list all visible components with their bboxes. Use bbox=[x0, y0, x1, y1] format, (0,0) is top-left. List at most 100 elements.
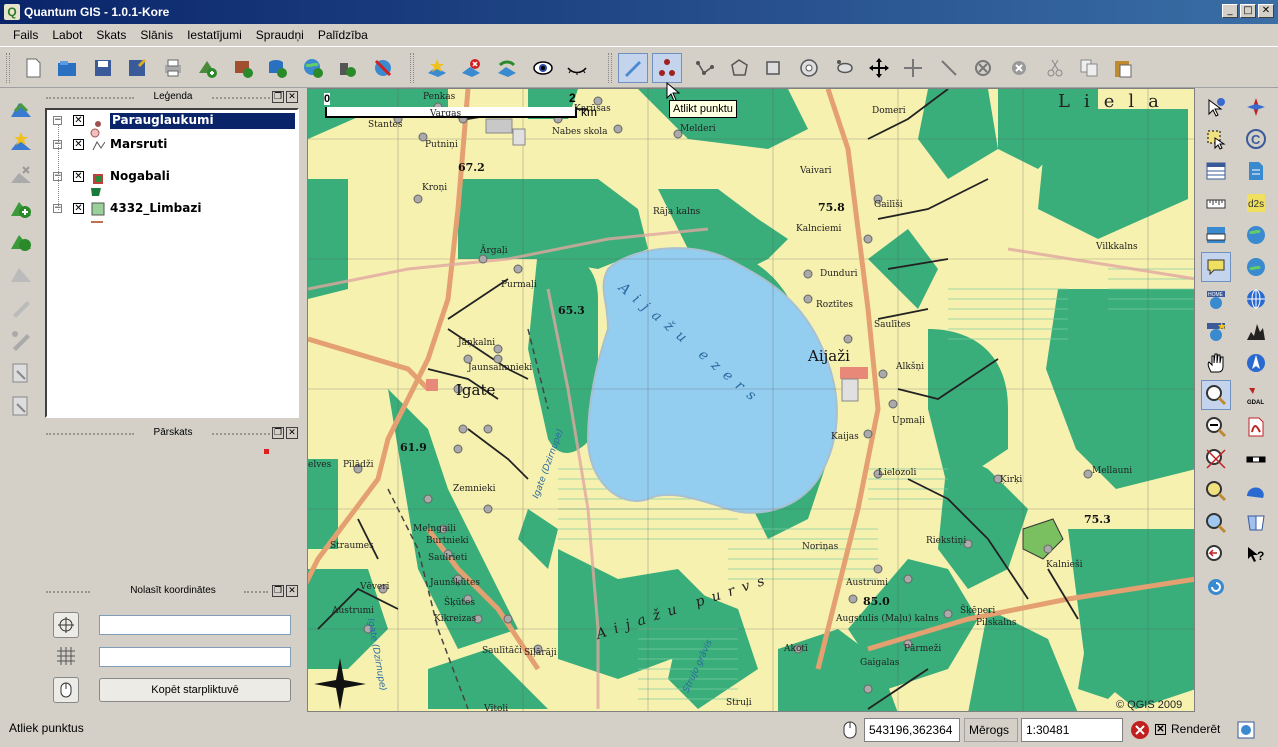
open-project-icon[interactable] bbox=[52, 53, 82, 83]
layer-crs-coordinate-field[interactable] bbox=[99, 647, 291, 667]
help-book-icon[interactable] bbox=[1241, 508, 1271, 538]
new-vector-layer-icon[interactable] bbox=[332, 53, 362, 83]
zoom-last-icon[interactable] bbox=[1201, 540, 1231, 570]
scale-combo[interactable]: 1:30481 bbox=[1021, 718, 1123, 742]
delimited-text-icon[interactable] bbox=[1241, 156, 1271, 186]
toggle-editing-icon[interactable] bbox=[618, 53, 648, 83]
new-project-icon[interactable] bbox=[18, 53, 48, 83]
toolbar-grip[interactable] bbox=[6, 53, 10, 83]
track-mouse-button[interactable] bbox=[53, 677, 79, 703]
scale-bar-plugin-icon[interactable] bbox=[1241, 444, 1271, 474]
zoom-out-icon[interactable] bbox=[1201, 412, 1231, 442]
layer-visibility-checkbox[interactable]: ✕ bbox=[73, 171, 84, 182]
undock-icon[interactable]: ❐ bbox=[272, 427, 284, 439]
zoom-in-icon[interactable] bbox=[1201, 380, 1231, 410]
save-as-icon[interactable] bbox=[122, 53, 152, 83]
add-layer-group-icon[interactable] bbox=[6, 226, 36, 256]
gdal-tools-icon[interactable]: GDAL bbox=[1241, 380, 1271, 410]
cut-features-icon[interactable] bbox=[1040, 53, 1070, 83]
toolbar-grip[interactable] bbox=[410, 53, 414, 83]
capture-polygon-icon[interactable] bbox=[724, 53, 754, 83]
gps-tools-icon[interactable] bbox=[1241, 252, 1271, 282]
overview-extent-marker[interactable] bbox=[264, 449, 269, 454]
menu-view[interactable]: Skats bbox=[89, 28, 133, 42]
map-crs-coordinate-field[interactable] bbox=[99, 615, 291, 635]
remove-all-from-overview-icon[interactable] bbox=[456, 53, 486, 83]
copy-to-clipboard-button[interactable]: Kopēt starpliktuvē bbox=[99, 678, 291, 702]
hide-layers-icon[interactable] bbox=[562, 53, 592, 83]
projection-status-icon[interactable] bbox=[1234, 718, 1258, 742]
print-icon[interactable] bbox=[158, 53, 188, 83]
measure-line-icon[interactable] bbox=[1201, 188, 1231, 218]
identify-icon[interactable] bbox=[1201, 92, 1231, 122]
coordinate-display[interactable]: 543196,362364 bbox=[864, 718, 960, 742]
stop-render-icon[interactable] bbox=[1128, 718, 1152, 742]
pan-icon[interactable] bbox=[1201, 348, 1231, 378]
undock-icon[interactable]: ❐ bbox=[272, 585, 284, 597]
layer-attributes-icon[interactable] bbox=[6, 391, 36, 421]
profile-icon[interactable] bbox=[1241, 316, 1271, 346]
zoom-to-selection-icon[interactable] bbox=[1201, 476, 1231, 506]
remove-layer-icon[interactable] bbox=[368, 53, 398, 83]
add-all-to-overview-icon[interactable] bbox=[422, 53, 452, 83]
paste-features-icon[interactable] bbox=[1108, 53, 1138, 83]
layer-edit-icon[interactable] bbox=[6, 292, 36, 322]
add-raster-icon[interactable] bbox=[6, 193, 36, 223]
open-table-icon[interactable] bbox=[1201, 156, 1231, 186]
menu-layer[interactable]: Slānis bbox=[133, 28, 180, 42]
add-vector-icon[interactable] bbox=[6, 94, 36, 124]
spit-icon[interactable] bbox=[1241, 476, 1271, 506]
hide-all-layers-icon[interactable] bbox=[492, 53, 522, 83]
copyright-label-icon[interactable]: C bbox=[1241, 124, 1271, 154]
cancel-icon[interactable] bbox=[1004, 53, 1034, 83]
pdf-export-icon[interactable] bbox=[1241, 412, 1271, 442]
add-postgis-layer-icon[interactable] bbox=[262, 53, 292, 83]
layer-tools-icon[interactable] bbox=[6, 325, 36, 355]
new-bookmark-icon[interactable]: HOME bbox=[1201, 284, 1231, 314]
layer-visibility-checkbox[interactable]: ✕ bbox=[73, 115, 84, 126]
add-vertex-icon[interactable] bbox=[898, 53, 928, 83]
minimize-button[interactable]: _ bbox=[1222, 4, 1238, 18]
delete-vertex-icon[interactable] bbox=[934, 53, 964, 83]
close-dock-icon[interactable]: ✕ bbox=[286, 427, 298, 439]
maximize-button[interactable]: □ bbox=[1240, 4, 1256, 18]
dxf2shp-icon[interactable]: d2s bbox=[1241, 188, 1271, 218]
render-checkbox[interactable]: ✕ bbox=[1155, 724, 1166, 735]
menu-edit[interactable]: Labot bbox=[45, 28, 89, 42]
add-ring-icon[interactable] bbox=[794, 53, 824, 83]
layer-item-parauglaukumi[interactable]: − ✕ Parauglaukumi bbox=[47, 112, 297, 130]
delete-selected-icon[interactable] bbox=[968, 53, 998, 83]
georeferencer-icon[interactable] bbox=[1241, 220, 1271, 250]
north-arrow-plugin-icon[interactable] bbox=[1241, 92, 1271, 122]
map-tips-icon[interactable] bbox=[1201, 252, 1231, 282]
zoom-full-icon[interactable] bbox=[1201, 444, 1231, 474]
layer-visibility-checkbox[interactable]: ✕ bbox=[73, 203, 84, 214]
move-vertex-icon[interactable] bbox=[864, 53, 894, 83]
measure-area-icon[interactable] bbox=[1201, 220, 1231, 250]
overview-remove-icon[interactable] bbox=[6, 160, 36, 190]
show-all-layers-icon[interactable] bbox=[528, 53, 558, 83]
add-island-icon[interactable] bbox=[830, 53, 860, 83]
show-bookmarks-icon[interactable] bbox=[1201, 316, 1231, 346]
overview-add-icon[interactable] bbox=[6, 127, 36, 157]
copy-features-icon[interactable] bbox=[1074, 53, 1104, 83]
save-project-icon[interactable] bbox=[88, 53, 118, 83]
zoom-to-layer-icon[interactable] bbox=[1201, 508, 1231, 538]
menu-help[interactable]: Palīdzība bbox=[311, 28, 375, 42]
layer-item-marsruti[interactable]: − ✕ Marsruti bbox=[47, 136, 297, 154]
add-wms-layer-icon[interactable] bbox=[298, 53, 328, 83]
close-dock-icon[interactable]: ✕ bbox=[286, 91, 298, 103]
graticule-icon[interactable] bbox=[1241, 284, 1271, 314]
whats-this-icon[interactable]: ? bbox=[1241, 540, 1271, 570]
layer-move-icon[interactable] bbox=[6, 358, 36, 388]
capture-coordinate-button[interactable] bbox=[53, 612, 79, 638]
close-button[interactable]: ✕ bbox=[1258, 4, 1274, 18]
capture-point-icon[interactable] bbox=[652, 53, 682, 83]
close-dock-icon[interactable]: ✕ bbox=[286, 585, 298, 597]
capture-line-icon[interactable] bbox=[690, 53, 720, 83]
menu-file[interactable]: Fails bbox=[6, 28, 45, 42]
menu-plugins[interactable]: Spraudņi bbox=[249, 28, 311, 42]
move-feature-icon[interactable] bbox=[758, 53, 788, 83]
toolbar-grip[interactable] bbox=[608, 53, 612, 83]
add-raster-layer-icon[interactable] bbox=[228, 53, 258, 83]
